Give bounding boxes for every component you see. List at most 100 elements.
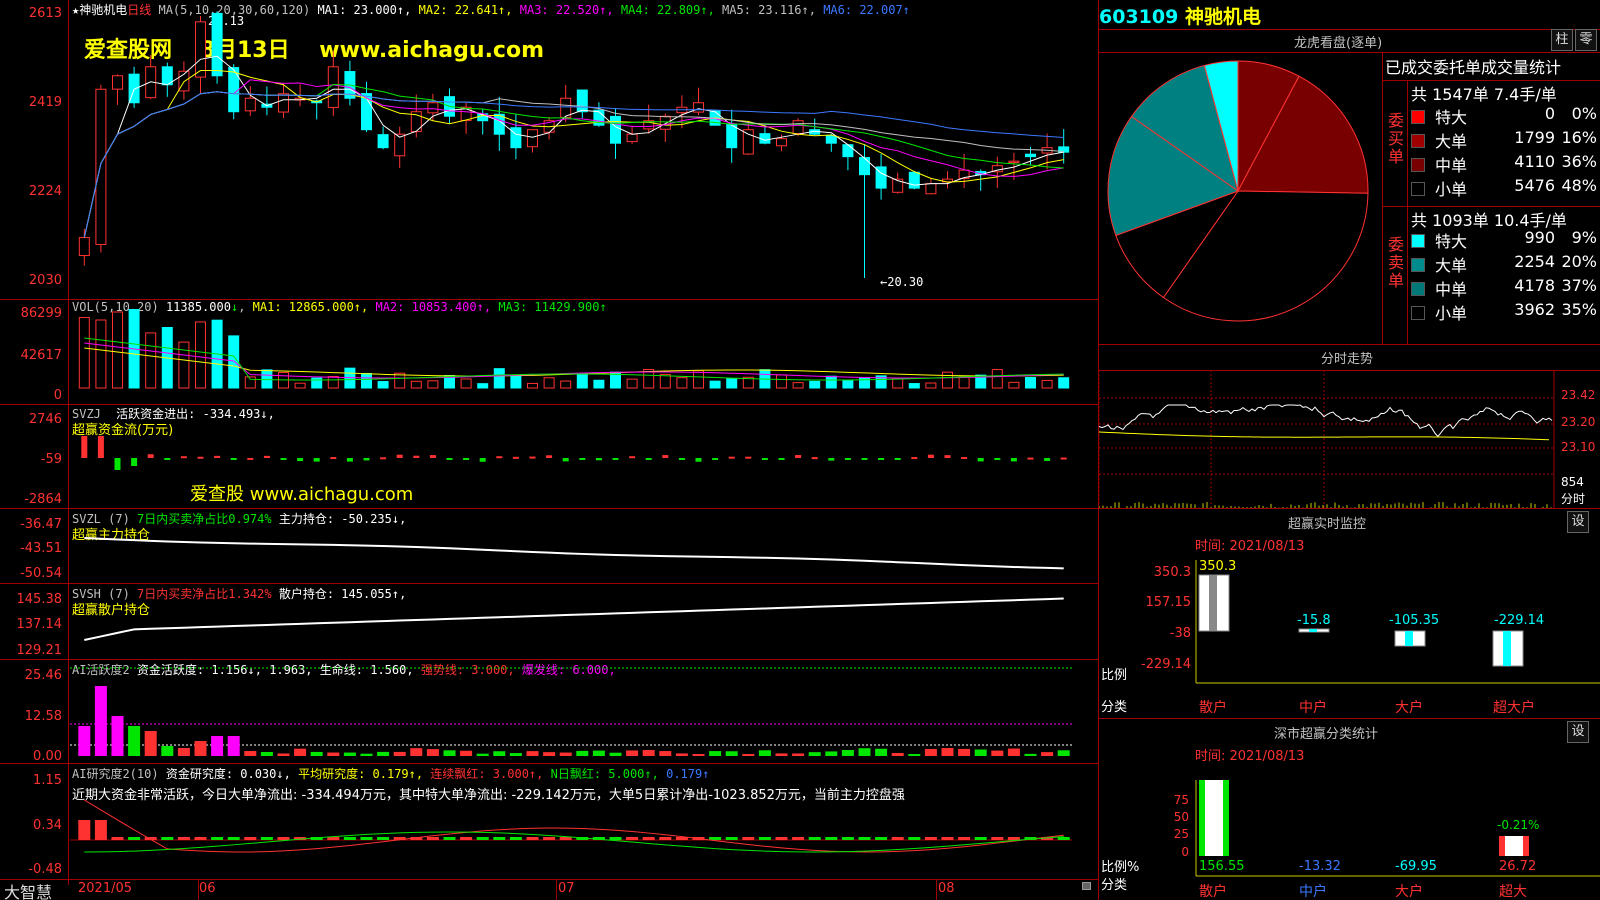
candle (527, 129, 538, 148)
candle (626, 133, 638, 143)
flow-bar (363, 458, 370, 461)
flow-bar (131, 458, 138, 466)
active-bar (991, 750, 1004, 756)
volume-bar (460, 378, 472, 389)
active-bar (493, 751, 506, 756)
volume-bar (228, 335, 240, 389)
volume-bar (693, 370, 704, 389)
flow-bar (612, 458, 619, 460)
flow-bar (263, 455, 270, 458)
active-bar (559, 752, 572, 756)
active-bar (310, 751, 323, 756)
active-bar (675, 753, 688, 756)
flow-bar (662, 455, 669, 458)
research-bar (327, 837, 340, 840)
candle (377, 134, 389, 149)
flow-bar (446, 458, 453, 460)
active-bar (244, 751, 257, 756)
volume-bar (195, 321, 206, 389)
volume-bar (95, 319, 107, 389)
flow-bar (380, 457, 387, 460)
active-bar (410, 748, 423, 756)
volume-bar (676, 377, 688, 389)
research-bar (244, 837, 257, 840)
active-bar (211, 736, 224, 756)
active-bar (1057, 750, 1070, 756)
volume-bar (892, 378, 904, 389)
candle (825, 135, 837, 144)
research-bar (211, 837, 224, 840)
volume-bar (112, 311, 123, 389)
flow-bar (197, 456, 204, 459)
candle (278, 93, 289, 113)
volume-bar (991, 369, 1003, 389)
active-bar (111, 716, 124, 756)
volume-bar (809, 380, 821, 389)
active-bar (277, 753, 290, 756)
volume-bar (261, 369, 273, 389)
research-bar (941, 837, 954, 840)
candle (726, 124, 738, 149)
research-bar (443, 837, 456, 840)
active-bar (161, 746, 174, 756)
szstat-bar-stripe (1223, 780, 1229, 856)
flow-bar (81, 436, 88, 458)
flow-bar (712, 458, 719, 460)
volume-bar (427, 380, 439, 389)
volume-bar (1041, 379, 1053, 389)
active-bar (609, 752, 622, 756)
research-bar (509, 837, 522, 840)
flow-bar (280, 458, 287, 460)
active-bar (758, 750, 771, 756)
main-chart-area[interactable]: ★神驰机电日线 MA(5,10,20,30,60,120) MA1: 23.00… (0, 0, 1100, 900)
active-bar (393, 751, 406, 756)
flow-bar (977, 458, 984, 462)
active-bar (194, 741, 207, 756)
candle (693, 102, 704, 113)
active-bar (543, 752, 556, 756)
active-bar (327, 752, 340, 756)
volume-bar (410, 380, 422, 389)
flow-bar (180, 456, 187, 459)
flow-bar (313, 458, 320, 462)
active-bar (709, 751, 722, 756)
flow-bar (97, 436, 104, 458)
active-bar (94, 686, 107, 756)
volume-bar (327, 376, 339, 389)
flow-bar (629, 456, 636, 459)
active-bar (626, 750, 639, 756)
flow-bar (562, 458, 569, 462)
volume-bar (825, 375, 837, 389)
candle (427, 102, 439, 114)
flow-bar (429, 455, 436, 458)
flow-bar (1044, 458, 1051, 461)
research-bar (493, 837, 506, 840)
research-bar (260, 837, 273, 840)
volume-bar (178, 341, 190, 389)
flow-bar (164, 458, 171, 460)
flow-bar (761, 458, 768, 460)
chart-canvas (70, 11, 1072, 853)
volume-bar (842, 379, 854, 389)
right-canvas (1099, 60, 1600, 877)
research-bar (343, 837, 356, 840)
flow-bar (1027, 457, 1034, 460)
candle (228, 67, 240, 113)
active-bar (742, 753, 755, 756)
flow-bar (1010, 458, 1017, 462)
flow-bar (695, 458, 702, 462)
monitor-bar-stripe (1209, 575, 1217, 631)
active-bar (1041, 752, 1054, 756)
research-bar (476, 837, 489, 840)
monitor-bar-stripe (1405, 631, 1413, 646)
flow-bar (346, 458, 353, 462)
active-bar (825, 751, 838, 756)
active-bar (974, 749, 987, 756)
active-bar (841, 749, 854, 756)
research-bar (709, 837, 722, 840)
candle (244, 97, 256, 112)
flow-bar (828, 458, 835, 461)
research-bar (626, 837, 639, 840)
volume-bar (593, 379, 605, 389)
volume-bar (527, 382, 538, 389)
